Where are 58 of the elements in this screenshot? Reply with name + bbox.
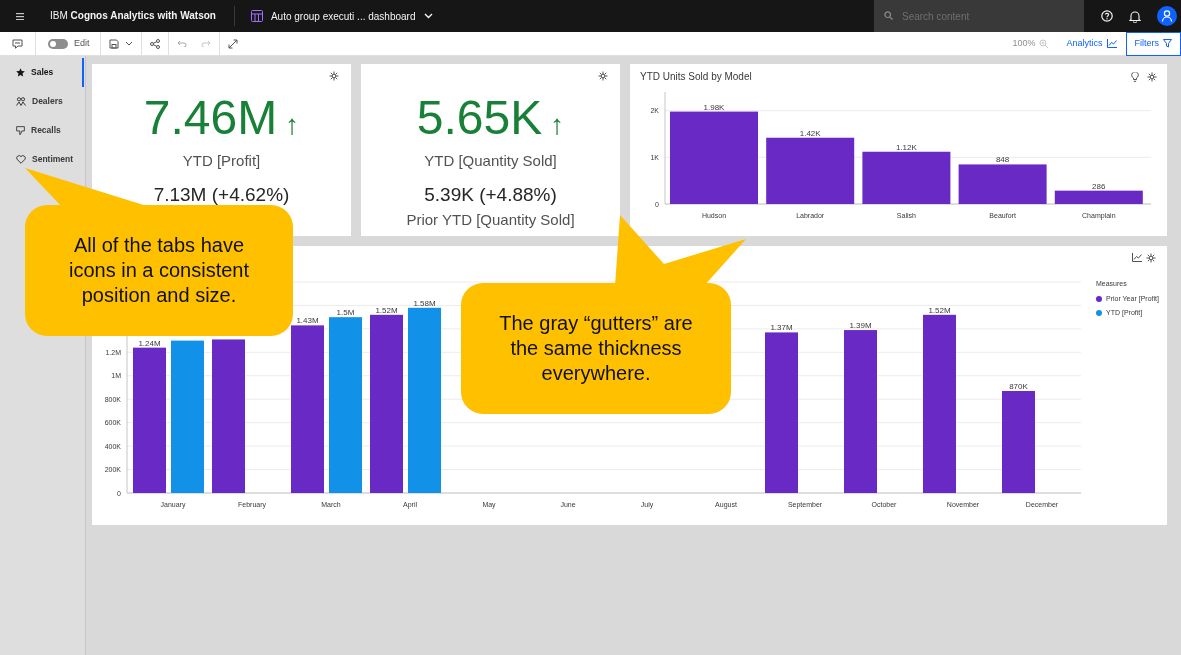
search-icon [884,11,893,20]
product-name: IBM Cognos Analytics with Watson [32,6,235,26]
kpi-label: YTD [Quantity Sold] [424,151,557,171]
comment-icon[interactable] [12,38,23,49]
data-label: 1.42K [799,128,821,138]
data-label: 1.98K [703,102,725,112]
line-chart-icon [1106,39,1117,48]
sidebar-tab[interactable]: Dealers [0,87,84,116]
zoom-level: 100% [1012,36,1036,50]
trend-arrow: ↑ [285,108,300,142]
notification-bell-icon[interactable] [1129,9,1141,23]
data-label: 1.12K [895,142,917,152]
dashboard-icon [250,10,263,22]
data-label: 848 [995,155,1010,165]
edit-toggle[interactable] [48,38,68,49]
data-label: 1.43M [296,316,319,326]
menu-icon[interactable] [16,12,24,20]
data-label: 1.37M [770,323,793,333]
data-label: 1.24M [138,338,161,348]
data-label: 1.52M [375,305,398,315]
settings-icon[interactable] [1146,253,1156,263]
data-label: 870K [1009,382,1028,391]
trend-arrow: ↑ [550,108,565,142]
settings-icon[interactable] [329,71,339,81]
people-icon [16,97,26,106]
star-icon [16,68,25,77]
sidebar-tab[interactable]: Sales [0,58,84,87]
data-label: 1.58M [413,298,436,308]
kpi-comparison: 5.39K (+4.88%) [424,182,557,207]
data-label: 286 [1092,181,1106,191]
analytics-button[interactable]: Analytics [1065,35,1118,52]
kpi-label: YTD [Profit] [182,151,261,171]
kpi-comparison: 7.13M (+4.62%) [153,182,290,207]
share-icon[interactable] [149,38,160,49]
user-avatar-icon[interactable] [1157,6,1177,26]
data-label: 1.52M [928,305,951,315]
sidebar-tab[interactable]: Recalls [0,116,84,145]
heart-icon [16,155,26,164]
line-chart-icon[interactable] [1132,253,1142,262]
edit-label: Edit [74,36,90,50]
help-icon[interactable] [1101,10,1113,22]
filter-icon [1163,39,1172,48]
data-label: 1.39M [849,321,872,331]
settings-icon[interactable] [598,71,608,81]
dashboard-title[interactable]: Auto group executi ... dashboard [262,8,416,24]
comparison-label: Prior YTD [Quantity Sold] [406,210,575,230]
data-label: 1.5M [336,308,355,318]
chevron-down-icon[interactable] [124,41,133,46]
kpi-value: 7.46M [143,94,278,142]
kpi-value: 5.65K [416,94,543,142]
expand-icon[interactable] [227,38,238,49]
settings-icon[interactable] [1147,71,1157,82]
save-icon[interactable] [108,38,119,49]
sidebar-tab[interactable]: Sentiment [0,145,84,174]
lightbulb-icon[interactable] [1131,71,1139,82]
chart-title: YTD Units Sold by Model [640,70,752,84]
thumbs-down-icon [16,126,25,135]
filters-button[interactable]: Filters [1125,31,1181,56]
